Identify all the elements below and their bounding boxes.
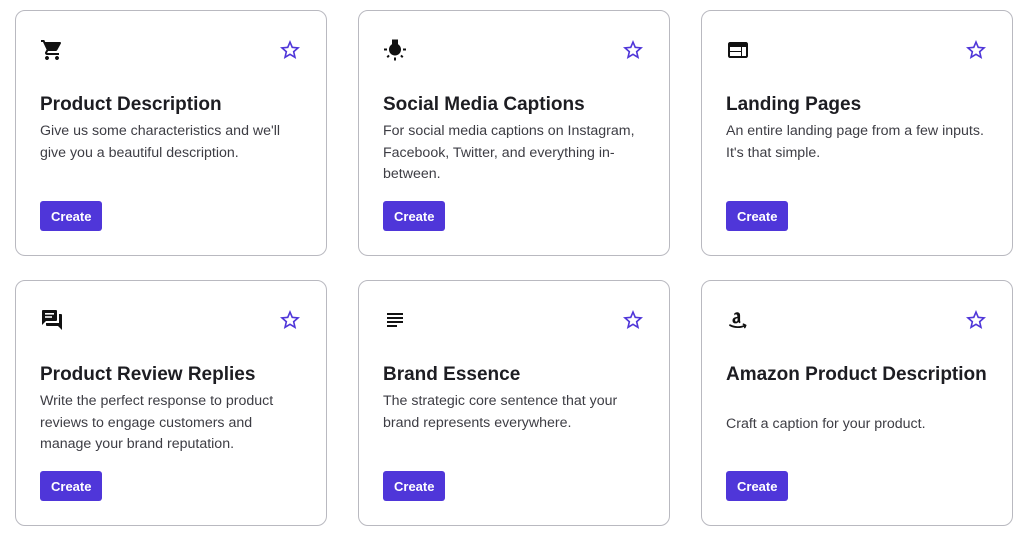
favorite-star-icon[interactable] [278, 38, 302, 62]
card-description: Write the perfect response to product re… [40, 393, 274, 452]
card-social-media-captions: Social Media Captions For social media c… [358, 10, 670, 256]
chat-bubbles-icon [40, 308, 64, 332]
card-title: Landing Pages [726, 94, 862, 115]
favorite-star-icon[interactable] [964, 38, 988, 62]
create-button[interactable]: Create [726, 471, 789, 501]
favorite-star-icon[interactable] [621, 38, 645, 62]
lightbulb-icon [383, 38, 407, 62]
favorite-star-icon[interactable] [278, 308, 302, 332]
favorite-star-icon[interactable] [964, 308, 988, 332]
card-title: Brand Essence [383, 364, 521, 385]
card-amazon-product-description: Amazon Product Description Craft a capti… [701, 280, 1013, 526]
card-product-review-replies: Product Review Replies Write the perfect… [15, 280, 327, 526]
card-description: For social media captions on Instagram, … [383, 123, 635, 182]
card-title: Social Media Captions [383, 94, 585, 115]
card-title: Amazon Product Description [726, 364, 987, 385]
card-brand-essence: Brand Essence The strategic core sentenc… [358, 280, 670, 526]
card-description: An entire landing page from a few inputs… [726, 123, 984, 161]
card-description: Give us some characteristics and we'll g… [40, 123, 281, 161]
create-button[interactable]: Create [383, 201, 446, 231]
card-landing-pages: Landing Pages An entire landing page fro… [701, 10, 1013, 256]
shopping-cart-icon [40, 38, 64, 62]
create-button[interactable]: Create [40, 471, 103, 501]
card-description: The strategic core sentence that your br… [383, 393, 618, 431]
card-product-description: Product Description Give us some charact… [15, 10, 327, 256]
card-title: Product Review Replies [40, 364, 256, 385]
amazon-logo-icon [726, 308, 750, 332]
favorite-star-icon[interactable] [621, 308, 645, 332]
create-button[interactable]: Create [726, 201, 789, 231]
template-grid: Product Description Give us some charact… [0, 0, 1024, 539]
web-page-icon [726, 38, 750, 62]
text-lines-icon [383, 308, 407, 332]
create-button[interactable]: Create [40, 201, 103, 231]
card-description: Craft a caption for your product. [726, 416, 926, 432]
card-title: Product Description [40, 94, 222, 115]
create-button[interactable]: Create [383, 471, 446, 501]
